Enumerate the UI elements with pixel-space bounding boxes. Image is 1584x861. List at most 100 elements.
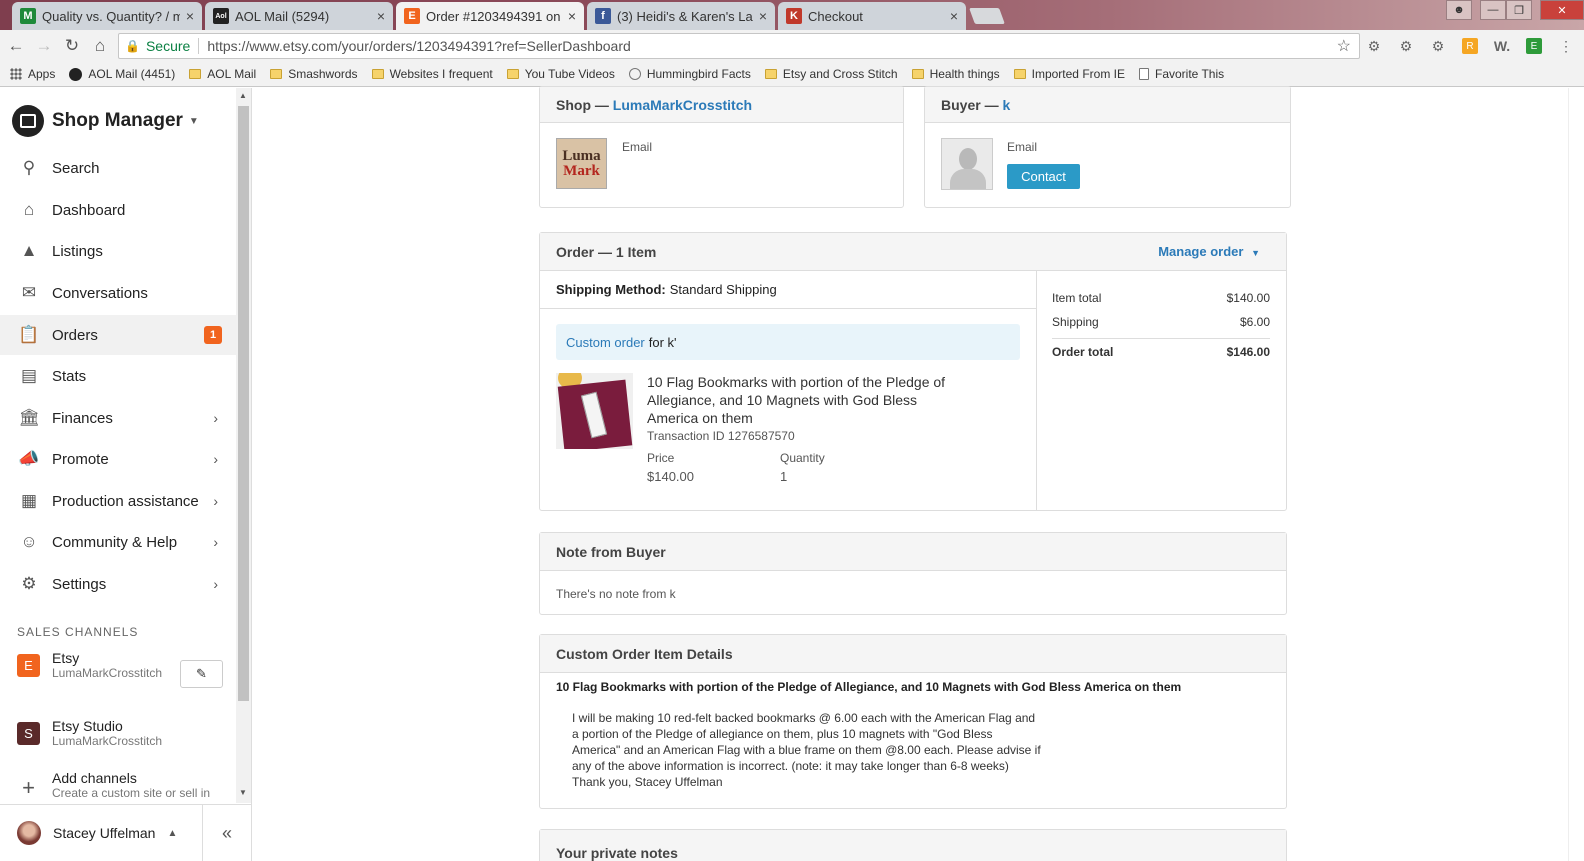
private-notes-card: Your private notes	[539, 829, 1287, 861]
tab-close-icon[interactable]: ×	[186, 8, 194, 24]
edit-channel-button[interactable]: ✎	[180, 660, 223, 688]
url-text[interactable]: https://www.etsy.com/your/orders/1203494…	[207, 38, 1336, 54]
sidebar-item-conversations[interactable]: ✉ Conversations	[0, 273, 236, 313]
sidebar-item-settings[interactable]: ⚙ Settings ›	[0, 564, 236, 604]
contact-buyer-button[interactable]: Contact	[1007, 164, 1080, 189]
shop-name-link[interactable]: LumaMarkCrosstitch	[613, 97, 752, 113]
collapse-sidebar-icon[interactable]: «	[202, 805, 251, 861]
forward-arrow-icon[interactable]: →	[34, 36, 54, 56]
maximize-icon[interactable]: ❐	[1506, 0, 1532, 20]
sidebar-scrollbar[interactable]: ▲ ▼	[236, 88, 251, 803]
tab-close-icon[interactable]: ×	[759, 8, 767, 24]
tab-close-icon[interactable]: ×	[377, 8, 385, 24]
clipboard-icon: 📋	[18, 325, 40, 344]
orders-count-badge: 1	[204, 326, 222, 344]
extension-w-icon[interactable]: W.	[1494, 38, 1510, 54]
details-line: a portion of the Pledge of allegiance on…	[572, 727, 993, 741]
avatar[interactable]	[17, 821, 41, 845]
bookmark-label: Health things	[929, 67, 1000, 81]
custom-order-link[interactable]: Custom order	[566, 335, 645, 350]
user-name[interactable]: Stacey Uffelman	[53, 825, 155, 841]
bookmark-page[interactable]: Favorite This	[1138, 67, 1224, 81]
etsy-favicon-icon: E	[404, 8, 420, 24]
browser-tab[interactable]: M Quality vs. Quantity? / m ×	[12, 2, 202, 30]
channel-shop: LumaMarkCrosstitch	[52, 734, 163, 748]
bookmark-folder[interactable]: Imported From IE	[1013, 67, 1125, 81]
chevron-right-icon: ›	[213, 451, 218, 467]
sidebar-item-label: Orders	[52, 326, 98, 344]
note-text: There's no note from k	[556, 587, 676, 601]
scrollbar-thumb[interactable]	[238, 106, 249, 701]
sidebar-item-community-help[interactable]: ☺ Community & Help ›	[0, 522, 236, 562]
tab-close-icon[interactable]: ×	[568, 8, 576, 24]
extension-orange-icon[interactable]: R	[1462, 38, 1478, 54]
sidebar-item-orders[interactable]: 📋 Orders 1	[0, 315, 236, 355]
home-button-icon[interactable]: ⌂	[90, 36, 110, 56]
browser-tab-active[interactable]: E Order #1203494391 on E ×	[396, 2, 584, 30]
scroll-down-icon[interactable]: ▼	[239, 788, 247, 797]
bookmark-hummingbird[interactable]: Hummingbird Facts	[628, 67, 751, 81]
item-photo[interactable]	[556, 373, 633, 449]
sidebar-item-production-assistance[interactable]: ▦ Production assistance ›	[0, 481, 236, 521]
shop-manager-menu[interactable]: Shop Manager ▼	[12, 105, 199, 137]
folder-icon	[911, 69, 924, 79]
bookmark-folder[interactable]: Health things	[911, 67, 1000, 81]
buyer-name-link[interactable]: k	[1002, 97, 1010, 113]
bookmark-folder[interactable]: You Tube Videos	[506, 67, 615, 81]
extension-evernote-icon[interactable]: E	[1526, 38, 1542, 54]
chevron-right-icon: ›	[213, 534, 218, 550]
sidebar-item-label: Finances	[52, 409, 113, 427]
bookmark-folder[interactable]: Etsy and Cross Stitch	[764, 67, 898, 81]
bookmark-aol-mail-count[interactable]: AOL Mail (4451)	[69, 67, 175, 81]
bookmark-folder[interactable]: Smashwords	[270, 67, 358, 81]
shipping-method-row: Shipping Method: Standard Shipping	[540, 271, 1036, 309]
channel-name: Etsy	[52, 650, 80, 666]
bookmarks-bar: Apps AOL Mail (4451) AOL Mail Smashwords…	[0, 62, 1584, 87]
chrome-menu-icon[interactable]: ⋮	[1558, 38, 1574, 54]
item-total-value: $140.00	[1226, 291, 1270, 305]
back-arrow-icon[interactable]: ←	[6, 36, 26, 56]
browser-tab[interactable]: f (3) Heidi's & Karen's Lab ×	[587, 2, 775, 30]
tab-close-icon[interactable]: ×	[950, 8, 958, 24]
puzzle-extension-icon[interactable]: ⚙	[1366, 38, 1382, 54]
bookmark-star-icon[interactable]: ☆	[1337, 36, 1351, 56]
sidebar-item-stats[interactable]: ▤ Stats	[0, 356, 236, 396]
sidebar-item-listings[interactable]: ▲ Listings	[0, 231, 236, 271]
sidebar-item-search[interactable]: ⚲ Search	[0, 148, 236, 188]
manage-order-dropdown[interactable]: Manage order ▼	[1158, 244, 1260, 259]
close-window-icon[interactable]: ✕	[1540, 0, 1584, 20]
caret-up-icon[interactable]: ▲	[167, 828, 177, 839]
reload-icon[interactable]: ↻	[62, 36, 82, 56]
channel-etsy-studio[interactable]: S Etsy Studio LumaMarkCrosstitch	[17, 718, 192, 749]
sidebar-item-label: Settings	[52, 575, 107, 593]
puzzle-extension-icon[interactable]: ⚙	[1398, 38, 1414, 54]
channel-etsy[interactable]: E Etsy LumaMarkCrosstitch	[17, 650, 164, 681]
sidebar-item-promote[interactable]: 📣 Promote ›	[0, 439, 236, 479]
bookmark-label: Imported From IE	[1031, 67, 1125, 81]
details-line: I will be making 10 red-felt backed book…	[572, 711, 1036, 725]
quantity-value: 1	[780, 469, 788, 484]
sidebar-item-label: Production assistance	[52, 492, 199, 510]
sidebar-item-dashboard[interactable]: ⌂ Dashboard	[0, 190, 236, 230]
shop-card: Shop — LumaMarkCrosstitch Luma Mark Emai…	[539, 86, 904, 208]
browser-tab[interactable]: Aol AOL Mail (5294) ×	[205, 2, 393, 30]
order-card: Order — 1 Item Manage order ▼ Shipping M…	[539, 232, 1287, 511]
scroll-up-icon[interactable]: ▲	[239, 91, 247, 100]
sales-channels-heading: SALES CHANNELS	[17, 625, 139, 639]
browser-tab[interactable]: K Checkout ×	[778, 2, 966, 30]
page-scrollbar[interactable]	[1568, 88, 1584, 861]
puzzle-extension-icon[interactable]: ⚙	[1430, 38, 1446, 54]
bookmark-folder[interactable]: AOL Mail	[189, 67, 256, 81]
sidebar-item-finances[interactable]: 🏛 Finances ›	[0, 398, 236, 438]
bookmark-apps[interactable]: Apps	[10, 67, 55, 81]
minimize-icon[interactable]: —	[1480, 0, 1506, 20]
user-profile-icon[interactable]: ☻	[1446, 0, 1472, 20]
new-tab-button[interactable]	[969, 8, 1005, 24]
shipping-method-label: Shipping Method:	[556, 282, 666, 297]
item-title[interactable]: 10 Flag Bookmarks with portion of the Pl…	[647, 373, 959, 427]
bookmark-folder[interactable]: Websites I frequent	[371, 67, 493, 81]
folder-icon	[371, 69, 384, 79]
address-bar[interactable]: 🔒 Secure https://www.etsy.com/your/order…	[118, 33, 1360, 59]
megaphone-icon: 📣	[18, 449, 40, 468]
add-channels-link[interactable]: + Add channels Create a custom site or s…	[17, 770, 222, 801]
